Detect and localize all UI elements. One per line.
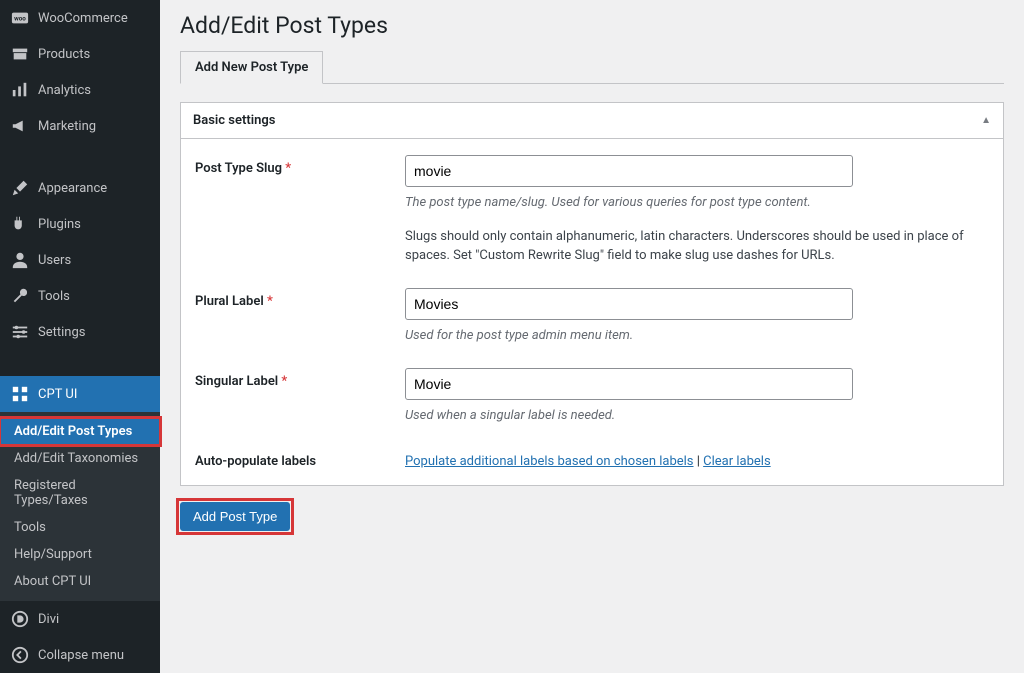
- sidebar-item-plugins[interactable]: Plugins: [0, 206, 160, 242]
- sidebar-item-tools[interactable]: Tools: [0, 278, 160, 314]
- submenu-tools[interactable]: Tools: [0, 514, 160, 541]
- slug-help-2: Slugs should only contain alphanumeric, …: [405, 227, 989, 266]
- sidebar-item-divi[interactable]: Divi: [0, 601, 160, 637]
- sidebar-item-analytics[interactable]: Analytics: [0, 72, 160, 108]
- autopop-label: Auto-populate labels: [195, 454, 316, 469]
- submit-highlight: Add Post Type: [180, 502, 290, 531]
- woo-icon: woo: [10, 8, 30, 28]
- submenu-add-edit-taxonomies[interactable]: Add/Edit Taxonomies: [0, 445, 160, 472]
- sidebar-label: Tools: [38, 289, 70, 304]
- sidebar-label: Products: [38, 47, 90, 62]
- sidebar-item-cptui[interactable]: CPT UI: [0, 376, 160, 412]
- panel-title: Basic settings: [193, 113, 275, 128]
- field-singular-label: Singular Label * Used when a singular la…: [195, 368, 989, 426]
- basic-settings-panel: Basic settings ▲ Post Type Slug * The po…: [180, 102, 1004, 486]
- main-content: Add/Edit Post Types Add New Post Type Ba…: [160, 0, 1024, 673]
- tab-bar: Add New Post Type: [180, 51, 1004, 84]
- caret-up-icon: ▲: [981, 115, 991, 126]
- link-separator: |: [694, 454, 704, 469]
- sidebar-label: Divi: [38, 612, 59, 627]
- singular-label: Singular Label: [195, 374, 278, 389]
- sidebar-label: Plugins: [38, 217, 81, 232]
- sidebar-label: Marketing: [38, 119, 96, 134]
- singular-label-input[interactable]: [405, 368, 853, 400]
- wrench-icon: [10, 286, 30, 306]
- sidebar-label: Settings: [38, 325, 85, 340]
- sidebar-label: Users: [38, 253, 71, 268]
- brush-icon: [10, 178, 30, 198]
- add-post-type-button[interactable]: Add Post Type: [180, 502, 290, 531]
- sidebar-label: Collapse menu: [38, 648, 124, 663]
- sidebar-item-woocommerce[interactable]: woo WooCommerce: [0, 0, 160, 36]
- chart-icon: [10, 80, 30, 100]
- submenu-help-support[interactable]: Help/Support: [0, 541, 160, 568]
- post-type-slug-input[interactable]: [405, 155, 853, 187]
- plural-label: Plural Label: [195, 294, 264, 309]
- divi-icon: [10, 609, 30, 629]
- svg-text:woo: woo: [14, 15, 26, 23]
- admin-sidebar: woo WooCommerce Products Analytics Market…: [0, 0, 160, 673]
- archive-icon: [10, 44, 30, 64]
- plural-help: Used for the post type admin menu item.: [405, 326, 989, 346]
- collapse-icon: [10, 645, 30, 665]
- plug-icon: [10, 214, 30, 234]
- sidebar-item-products[interactable]: Products: [0, 36, 160, 72]
- required-marker: *: [285, 161, 291, 176]
- field-post-type-slug: Post Type Slug * The post type name/slug…: [195, 155, 989, 266]
- submenu-add-edit-post-types[interactable]: Add/Edit Post Types: [0, 418, 160, 445]
- panel-toggle[interactable]: Basic settings ▲: [181, 103, 1003, 139]
- sidebar-label: WooCommerce: [38, 11, 128, 26]
- submenu-registered-types[interactable]: Registered Types/Taxes: [0, 472, 160, 514]
- field-auto-populate: Auto-populate labels Populate additional…: [195, 448, 989, 469]
- sidebar-item-users[interactable]: Users: [0, 242, 160, 278]
- populate-labels-link[interactable]: Populate additional labels based on chos…: [405, 454, 694, 469]
- sliders-icon: [10, 322, 30, 342]
- sidebar-label: Appearance: [38, 181, 107, 196]
- sidebar-collapse[interactable]: Collapse menu: [0, 637, 160, 673]
- submenu-about-cptui[interactable]: About CPT UI: [0, 568, 160, 595]
- slug-label: Post Type Slug: [195, 161, 282, 176]
- sidebar-separator: [0, 350, 160, 376]
- user-icon: [10, 250, 30, 270]
- slug-help-1: The post type name/slug. Used for variou…: [405, 193, 989, 213]
- sidebar-label: CPT UI: [38, 387, 77, 402]
- plural-label-input[interactable]: [405, 288, 853, 320]
- sidebar-item-appearance[interactable]: Appearance: [0, 170, 160, 206]
- required-marker: *: [267, 294, 273, 309]
- required-marker: *: [281, 374, 287, 389]
- field-plural-label: Plural Label * Used for the post type ad…: [195, 288, 989, 346]
- sidebar-separator: [0, 144, 160, 170]
- singular-help: Used when a singular label is needed.: [405, 406, 989, 426]
- sidebar-item-marketing[interactable]: Marketing: [0, 108, 160, 144]
- clear-labels-link[interactable]: Clear labels: [703, 454, 771, 469]
- megaphone-icon: [10, 116, 30, 136]
- sidebar-item-settings[interactable]: Settings: [0, 314, 160, 350]
- page-title: Add/Edit Post Types: [180, 12, 1004, 39]
- sidebar-label: Analytics: [38, 83, 91, 98]
- tab-add-new-post-type[interactable]: Add New Post Type: [180, 51, 323, 84]
- cptui-submenu: Add/Edit Post Types Add/Edit Taxonomies …: [0, 412, 160, 601]
- grid-icon: [10, 384, 30, 404]
